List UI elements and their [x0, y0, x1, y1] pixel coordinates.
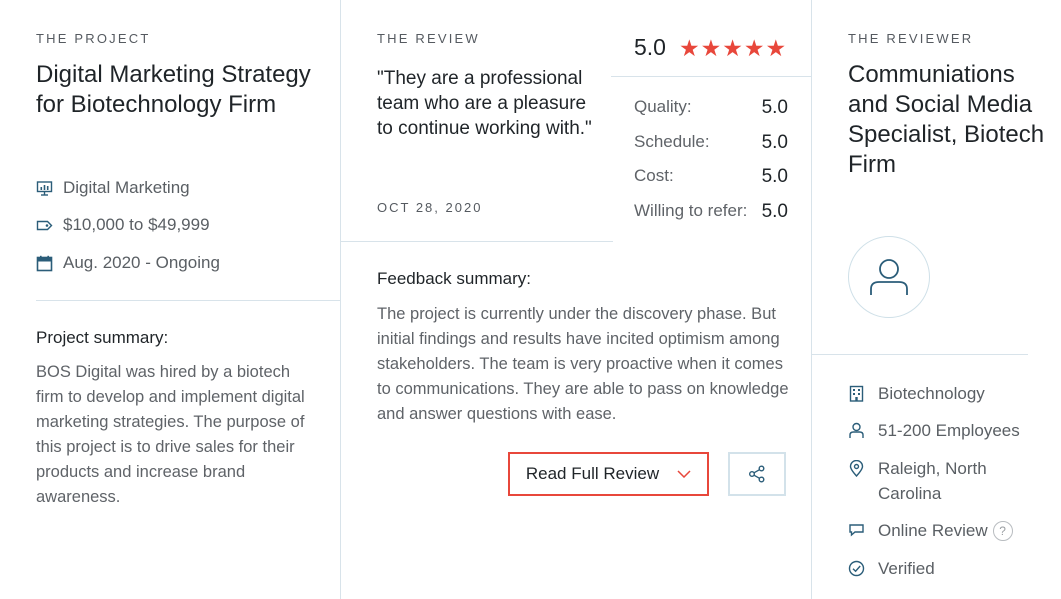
review-date: OCT 28, 2020 — [377, 200, 483, 215]
rating-quality: Quality: 5.0 — [634, 97, 788, 119]
price-tag-icon — [36, 220, 53, 230]
avatar — [848, 236, 930, 318]
project-summary-heading: Project summary: — [36, 328, 169, 347]
star-icon: ★ — [743, 35, 765, 61]
read-full-review-button[interactable]: Read Full Review — [508, 452, 709, 496]
reviewer-eyebrow: THE REVIEWER — [848, 31, 974, 46]
verified-label: Verified — [878, 559, 935, 578]
read-full-review-label: Read Full Review — [525, 464, 660, 483]
divider — [341, 241, 613, 242]
share-icon — [749, 465, 765, 483]
location-row: Raleigh, North Carolina — [848, 456, 1018, 506]
user-icon — [870, 259, 908, 295]
budget-row: $10,000 to $49,999 — [36, 215, 210, 235]
project-eyebrow: THE PROJECT — [36, 31, 151, 46]
feedback-summary-text: The project is currently under the disco… — [377, 305, 789, 423]
reviewer-title: Communiations and Social Media Specialis… — [848, 61, 1045, 178]
budget-label: $10,000 to $49,999 — [63, 215, 210, 234]
help-icon[interactable]: ? — [992, 521, 1013, 541]
person-icon — [849, 422, 864, 438]
rating-value: 5.0 — [761, 201, 788, 222]
divider — [36, 300, 340, 301]
review-quote: "They are a professional team who are a … — [377, 68, 592, 139]
project-column: THE PROJECT Digital Marketing Strategy f… — [0, 0, 340, 599]
star-icon: ★ — [722, 35, 743, 61]
industry-row: Biotechnology — [848, 381, 985, 406]
presentation-icon — [36, 180, 53, 196]
rating-value: 5.0 — [761, 97, 788, 118]
share-button[interactable] — [728, 452, 786, 496]
location-pin-icon — [849, 460, 864, 477]
verified-row: Verified — [848, 556, 935, 581]
rating-label: Schedule: — [634, 132, 710, 151]
industry-label: Biotechnology — [878, 384, 985, 403]
overall-score: 5.0 — [634, 34, 666, 60]
dates-row: Aug. 2020 - Ongoing — [36, 253, 220, 273]
review-column: THE REVIEW "They are a professional team… — [340, 0, 812, 599]
dates-label: Aug. 2020 - Ongoing — [63, 253, 220, 272]
rating-willing-to-refer: Willing to refer: 5.0 — [634, 201, 788, 223]
star-icon: ★ — [700, 35, 722, 61]
review-eyebrow: THE REVIEW — [377, 31, 480, 46]
review-type-row: Online Review ? — [848, 518, 1013, 543]
rating-schedule: Schedule: 5.0 — [634, 132, 788, 154]
rating-label: Quality: — [634, 97, 692, 116]
building-icon — [849, 385, 864, 402]
check-circle-icon — [848, 560, 865, 577]
project-title: Digital Marketing Strategy for Biotechno… — [36, 61, 311, 118]
star-icon: ★ — [765, 35, 787, 61]
reviewer-column: THE REVIEWER Communiations and Social Me… — [812, 0, 1061, 599]
company-size-row: 51-200 Employees — [848, 418, 1020, 443]
speech-bubble-icon — [849, 524, 864, 537]
rating-value: 5.0 — [761, 132, 788, 153]
star-icon: ★ — [679, 35, 700, 61]
company-size-label: 51-200 Employees — [878, 421, 1020, 440]
project-summary-text: BOS Digital was hired by a biotech firm … — [36, 363, 305, 506]
rating-value: 5.0 — [761, 166, 788, 187]
service-label: Digital Marketing — [63, 178, 190, 197]
rating-cost: Cost: 5.0 — [634, 166, 788, 188]
rating-label: Willing to refer: — [634, 201, 748, 220]
divider — [611, 76, 812, 77]
chevron-down-icon — [677, 470, 691, 478]
star-rating: ★ ★ ★ ★ ★ — [679, 36, 786, 60]
divider — [812, 354, 1028, 355]
calendar-icon — [36, 255, 53, 271]
review-type-label: Online Review — [878, 521, 988, 540]
feedback-summary-heading: Feedback summary: — [377, 269, 531, 288]
service-row: Digital Marketing — [36, 178, 190, 198]
location-label: Raleigh, North Carolina — [878, 459, 987, 503]
rating-label: Cost: — [634, 166, 674, 185]
